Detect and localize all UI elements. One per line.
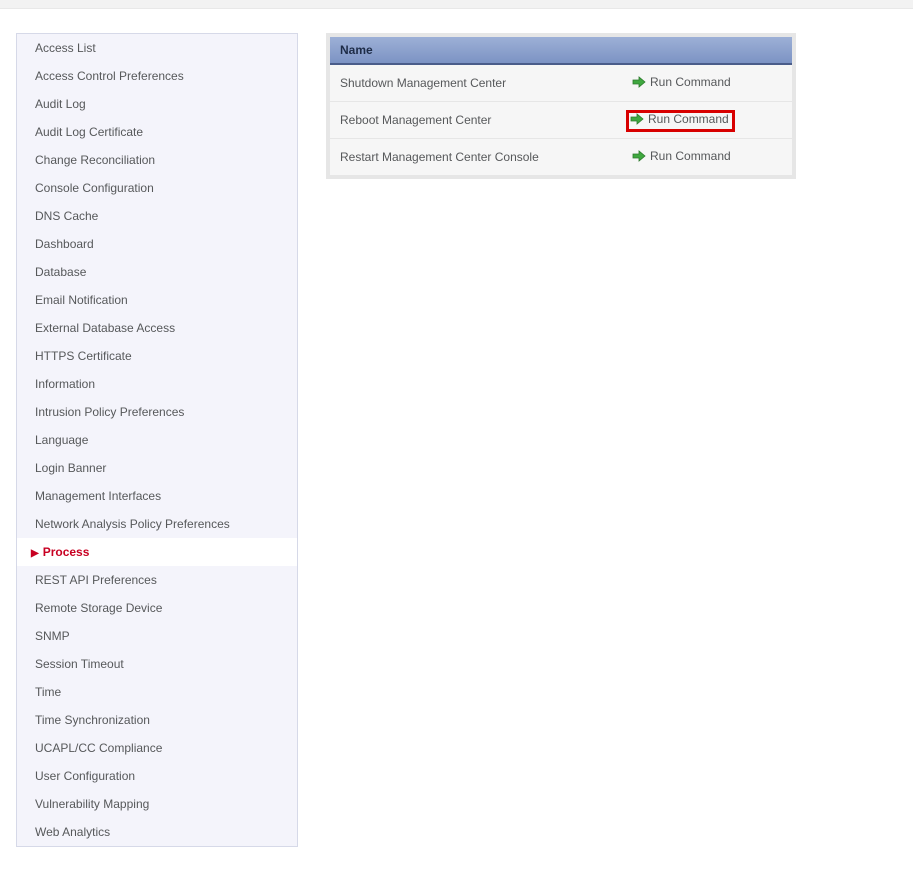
sidebar-item-intrusion-policy-preferences[interactable]: ▶Intrusion Policy Preferences — [17, 398, 297, 426]
sidebar-item-label: Console Configuration — [35, 181, 154, 195]
process-table: Name Shutdown Management Center Run Comma… — [330, 37, 792, 175]
sidebar-nav: ▶Access List▶Access Control Preferences▶… — [16, 33, 298, 847]
column-header-action — [622, 37, 792, 64]
sidebar-item-remote-storage-device[interactable]: ▶Remote Storage Device — [17, 594, 297, 622]
process-action-cell: Run Command — [622, 102, 792, 139]
sidebar-item-vulnerability-mapping[interactable]: ▶Vulnerability Mapping — [17, 790, 297, 818]
sidebar-item-label: External Database Access — [35, 321, 175, 335]
sidebar-item-label: Database — [35, 265, 86, 279]
sidebar-item-network-analysis-policy-preferences[interactable]: ▶Network Analysis Policy Preferences — [17, 510, 297, 538]
sidebar-item-user-configuration[interactable]: ▶User Configuration — [17, 762, 297, 790]
sidebar-item-label: Audit Log Certificate — [35, 125, 143, 139]
run-command-label: Run Command — [650, 149, 731, 163]
sidebar-item-process[interactable]: ▶ Process — [17, 538, 297, 566]
run-command-link[interactable]: Run Command — [632, 75, 731, 89]
sidebar-item-session-timeout[interactable]: ▶Session Timeout — [17, 650, 297, 678]
sidebar-item-label: REST API Preferences — [35, 573, 157, 587]
sidebar-item-ucapl-cc-compliance[interactable]: ▶UCAPL/CC Compliance — [17, 734, 297, 762]
table-row: Reboot Management Center Run Command — [330, 102, 792, 139]
sidebar-item-access-control-preferences[interactable]: ▶Access Control Preferences — [17, 62, 297, 90]
sidebar-item-dashboard[interactable]: ▶Dashboard — [17, 230, 297, 258]
sidebar-item-label: Intrusion Policy Preferences — [35, 405, 184, 419]
sidebar-item-label: Email Notification — [35, 293, 128, 307]
sidebar-item-label: Audit Log — [35, 97, 86, 111]
sidebar-item-language[interactable]: ▶Language — [17, 426, 297, 454]
sidebar-item-dns-cache[interactable]: ▶DNS Cache — [17, 202, 297, 230]
sidebar-item-label: Access Control Preferences — [35, 69, 184, 83]
sidebar-item-label: Remote Storage Device — [35, 601, 162, 615]
sidebar-item-console-configuration[interactable]: ▶Console Configuration — [17, 174, 297, 202]
sidebar-item-database[interactable]: ▶Database — [17, 258, 297, 286]
highlight-box: Run Command — [626, 110, 735, 132]
sidebar-item-label: Information — [35, 377, 95, 391]
sidebar-item-email-notification[interactable]: ▶Email Notification — [17, 286, 297, 314]
run-arrow-icon — [632, 150, 646, 162]
sidebar-item-access-list[interactable]: ▶Access List — [17, 34, 297, 62]
run-command-link[interactable]: Run Command — [630, 112, 729, 126]
sidebar-item-label: Management Interfaces — [35, 489, 161, 503]
sidebar-item-https-certificate[interactable]: ▶HTTPS Certificate — [17, 342, 297, 370]
sidebar-item-management-interfaces[interactable]: ▶Management Interfaces — [17, 482, 297, 510]
process-action-cell: Run Command — [622, 139, 792, 176]
process-name: Shutdown Management Center — [330, 64, 622, 102]
run-command-label: Run Command — [650, 75, 731, 89]
process-name: Reboot Management Center — [330, 102, 622, 139]
sidebar-item-audit-log-certificate[interactable]: ▶Audit Log Certificate — [17, 118, 297, 146]
sidebar-item-audit-log[interactable]: ▶Audit Log — [17, 90, 297, 118]
table-row: Restart Management Center Console Run Com… — [330, 139, 792, 176]
process-name: Restart Management Center Console — [330, 139, 622, 176]
sidebar-item-label: Language — [35, 433, 88, 447]
sidebar-item-web-analytics[interactable]: ▶Web Analytics — [17, 818, 297, 846]
sidebar-item-login-banner[interactable]: ▶Login Banner — [17, 454, 297, 482]
run-arrow-icon — [632, 76, 646, 88]
sidebar-item-label: Time — [35, 685, 61, 699]
sidebar-item-external-database-access[interactable]: ▶External Database Access — [17, 314, 297, 342]
run-arrow-icon — [630, 113, 644, 125]
sidebar-item-time[interactable]: ▶Time — [17, 678, 297, 706]
top-bar — [0, 0, 913, 9]
sidebar-item-label: Time Synchronization — [35, 713, 150, 727]
main-panel: Name Shutdown Management Center Run Comma… — [326, 33, 796, 179]
sidebar-item-label: UCAPL/CC Compliance — [35, 741, 162, 755]
sidebar-item-snmp[interactable]: ▶SNMP — [17, 622, 297, 650]
sidebar-item-label: DNS Cache — [35, 209, 98, 223]
sidebar-item-label: Dashboard — [35, 237, 94, 251]
sidebar-item-label: Process — [43, 545, 90, 559]
sidebar-item-change-reconciliation[interactable]: ▶Change Reconciliation — [17, 146, 297, 174]
sidebar-item-label: HTTPS Certificate — [35, 349, 132, 363]
sidebar-item-label: SNMP — [35, 629, 70, 643]
sidebar-item-label: Network Analysis Policy Preferences — [35, 517, 230, 531]
sidebar-item-rest-api-preferences[interactable]: ▶REST API Preferences — [17, 566, 297, 594]
page-content: ▶Access List▶Access Control Preferences▶… — [0, 9, 913, 871]
sidebar-item-label: Login Banner — [35, 461, 106, 475]
sidebar-item-label: Web Analytics — [35, 825, 110, 839]
sidebar-item-label: Change Reconciliation — [35, 153, 155, 167]
table-row: Shutdown Management Center Run Command — [330, 64, 792, 102]
process-table-wrapper: Name Shutdown Management Center Run Comma… — [326, 33, 796, 179]
process-action-cell: Run Command — [622, 64, 792, 102]
sidebar-item-label: Access List — [35, 41, 96, 55]
run-command-link[interactable]: Run Command — [632, 149, 731, 163]
sidebar-item-label: User Configuration — [35, 769, 135, 783]
column-header-name: Name — [330, 37, 622, 64]
run-command-label: Run Command — [648, 112, 729, 126]
sidebar-item-label: Vulnerability Mapping — [35, 797, 149, 811]
arrow-right-icon: ▶ — [31, 548, 39, 559]
sidebar-item-time-synchronization[interactable]: ▶Time Synchronization — [17, 706, 297, 734]
sidebar-item-information[interactable]: ▶Information — [17, 370, 297, 398]
sidebar-item-label: Session Timeout — [35, 657, 124, 671]
